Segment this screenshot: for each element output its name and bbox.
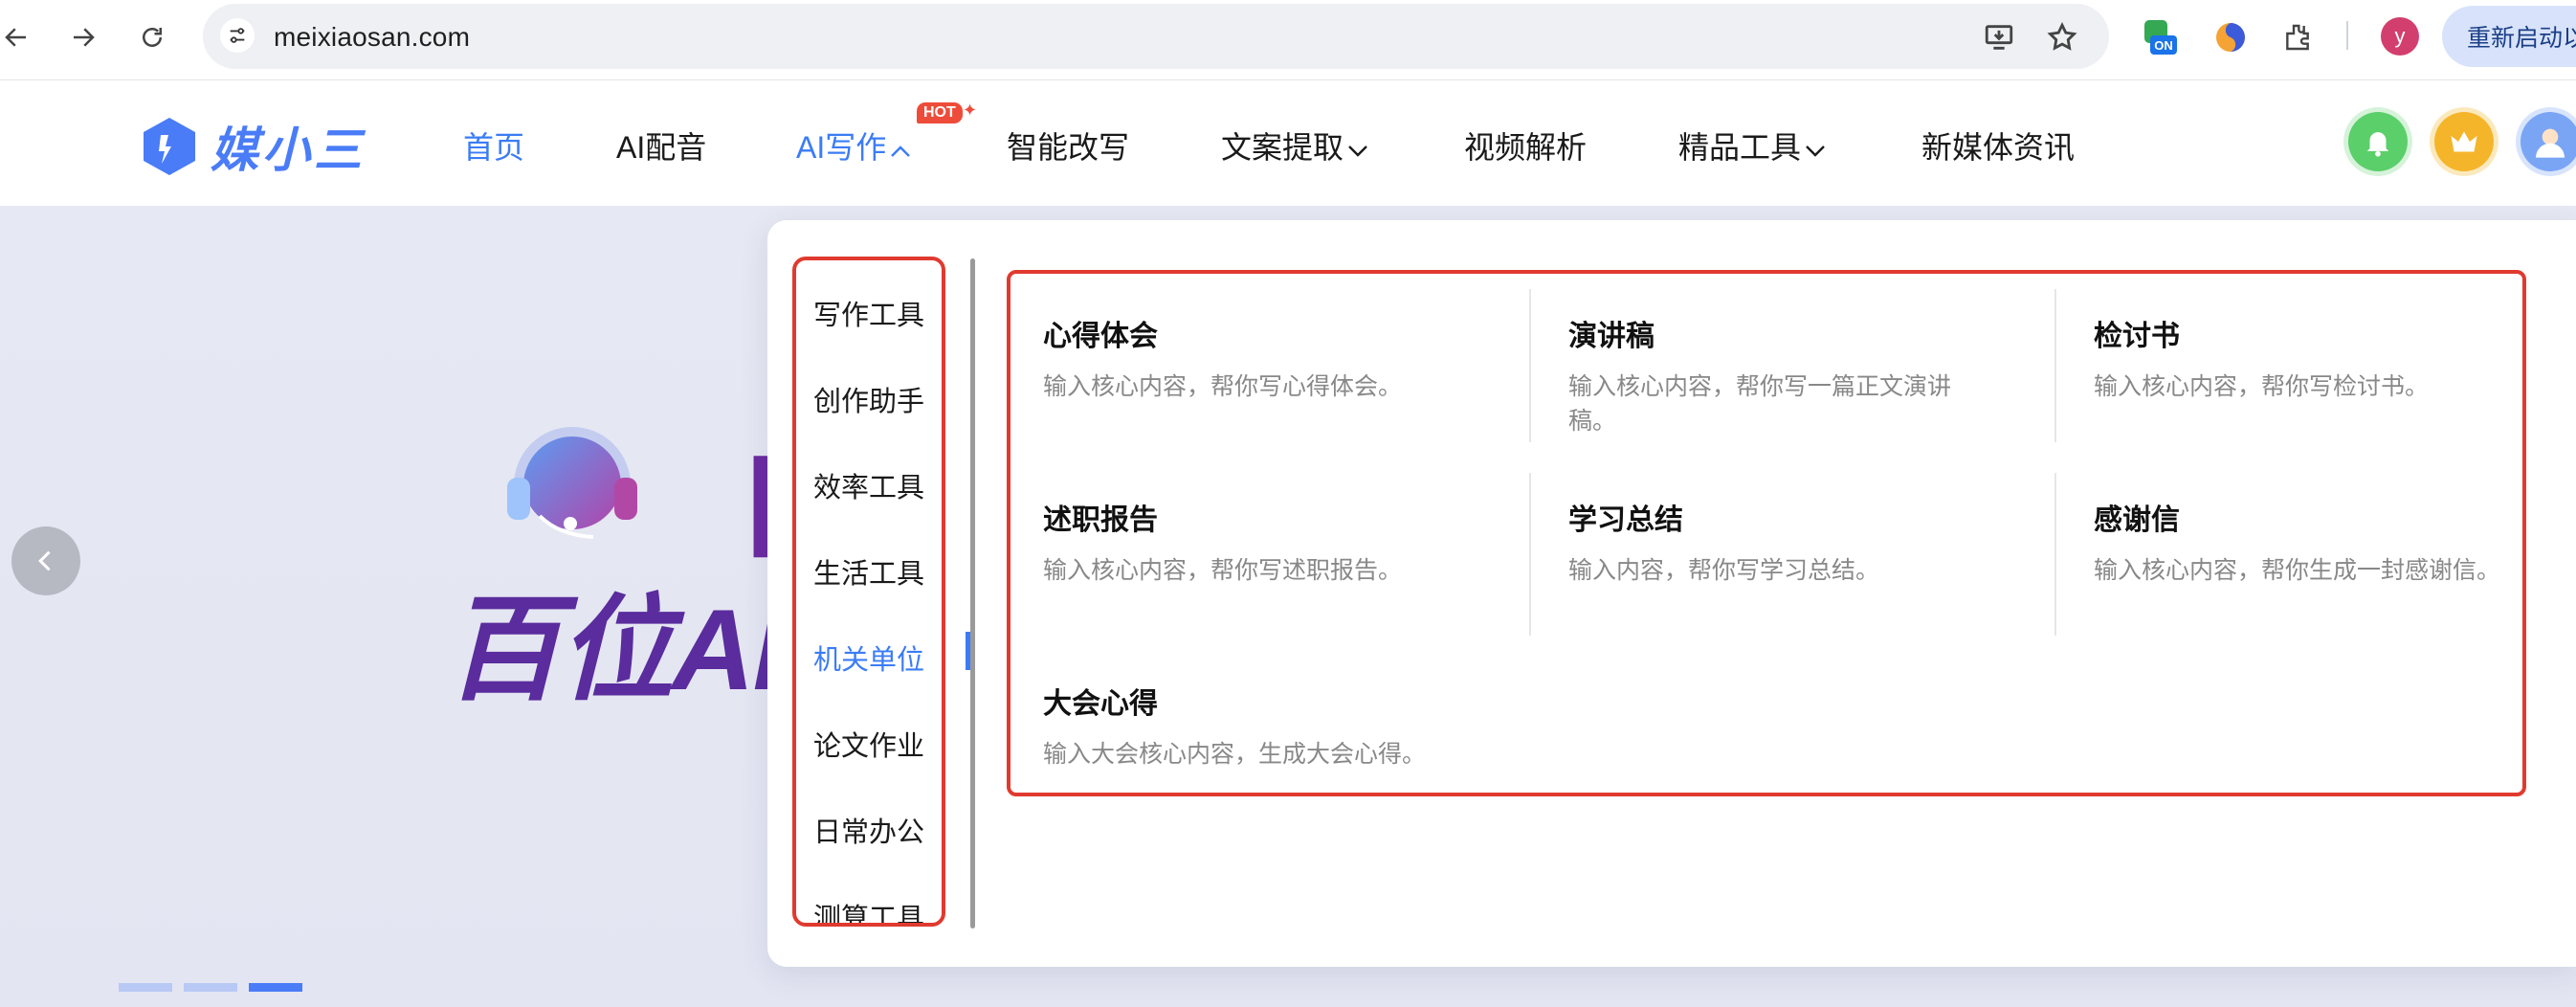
ai-writing-dropdown: 写作工具 创作助手 效率工具 生活工具 机关单位 论文作业 日常办公 测算工具 … — [767, 220, 2576, 967]
tool-card-desc: 输入核心内容，帮你写一篇正文演讲稿。 — [1568, 373, 1952, 435]
nav-video-parse-label: 视频解析 — [1464, 130, 1588, 165]
carousel-prev-button[interactable] — [11, 526, 80, 595]
nav-home[interactable]: 首页 — [463, 123, 524, 168]
site-header: 媒小三 首页 AI配音 AI写作 HOT ✦ 智能改写 文案提取 视频解析 精品… — [0, 81, 2576, 206]
bookmark-star-icon[interactable] — [2046, 21, 2078, 54]
nav-copy-extract-label: 文案提取 — [1221, 130, 1344, 165]
tool-grid: 心得体会 输入核心内容，帮你写心得体会。 演讲稿 输入核心内容，帮你写一篇正文演… — [1007, 270, 2526, 796]
carousel-dot[interactable] — [184, 983, 237, 992]
carousel-dot-active[interactable] — [249, 983, 302, 992]
nav-smart-rewrite[interactable]: 智能改写 — [1007, 123, 1129, 168]
toolbar-divider — [2346, 21, 2348, 50]
tool-card[interactable]: 检讨书 输入核心内容，帮你写检讨书。 — [2094, 312, 2524, 404]
tool-card-desc: 输入核心内容，帮你生成一封感谢信。 — [2094, 557, 2501, 584]
tool-card[interactable]: 大会心得 输入大会核心内容，生成大会心得。 — [1043, 680, 1567, 772]
site-info-button[interactable] — [220, 18, 255, 53]
chevron-up-icon — [891, 145, 911, 157]
tool-card-title: 学习总结 — [1568, 504, 1683, 536]
tune-icon — [230, 28, 245, 43]
carousel-dot[interactable] — [119, 983, 172, 992]
logo-icon — [144, 118, 195, 175]
extension-on-icon: ON — [2144, 20, 2177, 55]
notification-button[interactable] — [2348, 112, 2408, 171]
nav-ai-dubbing-label: AI配音 — [616, 130, 707, 165]
category-government[interactable]: 机关单位 — [796, 638, 942, 678]
extension-swirl-button[interactable] — [2210, 17, 2251, 57]
tool-card-title: 心得体会 — [1043, 321, 1158, 352]
category-creation-assistant[interactable]: 创作助手 — [796, 379, 942, 419]
url-text[interactable]: meixiaosan.com — [274, 22, 470, 53]
swirl-icon — [2216, 23, 2245, 52]
chevron-left-icon — [38, 550, 51, 571]
nav-media-news-label: 新媒体资讯 — [1921, 130, 2076, 165]
category-list: 写作工具 创作助手 效率工具 生活工具 机关单位 论文作业 日常办公 测算工具 — [792, 257, 945, 927]
relaunch-button[interactable]: 重新启动以 — [2442, 6, 2576, 67]
category-life-tools[interactable]: 生活工具 — [796, 551, 942, 592]
column-divider — [2054, 473, 2056, 636]
arrow-left-icon — [5, 28, 26, 47]
nav-copy-extract[interactable]: 文案提取 — [1221, 123, 1368, 168]
back-button[interactable] — [0, 17, 36, 57]
bell-icon — [2366, 132, 2389, 157]
nav-smart-rewrite-label: 智能改写 — [1007, 130, 1130, 165]
headset-icon — [507, 427, 637, 539]
user-avatar[interactable] — [2520, 112, 2576, 171]
nav-ai-writing[interactable]: AI写作 — [796, 123, 911, 168]
reload-button[interactable] — [132, 17, 172, 57]
tool-card[interactable]: 演讲稿 输入核心内容，帮你写一篇正文演讲稿。 — [1568, 312, 1989, 438]
install-app-icon[interactable] — [1983, 21, 2015, 54]
column-divider — [2054, 289, 2056, 442]
category-papers[interactable]: 论文作业 — [796, 724, 942, 764]
tool-card-desc: 输入核心内容，帮你写心得体会。 — [1043, 373, 1403, 400]
tool-card-desc: 输入核心内容，帮你写述职报告。 — [1043, 557, 1403, 584]
nav-premium-tools[interactable]: 精品工具 — [1678, 123, 1826, 168]
category-efficiency-tools[interactable]: 效率工具 — [796, 465, 942, 505]
arrow-right-icon — [74, 28, 95, 47]
site-logo[interactable]: 媒小三 — [140, 112, 366, 181]
tool-card-desc: 输入核心内容，帮你写检讨书。 — [2094, 373, 2430, 400]
column-divider — [1529, 289, 1531, 442]
nav-ai-dubbing[interactable]: AI配音 — [616, 123, 706, 168]
category-scrollbar[interactable] — [970, 258, 975, 929]
sparkle-icon: ✦ — [963, 101, 978, 120]
nav-media-news[interactable]: 新媒体资讯 — [1921, 123, 2075, 168]
tool-card[interactable]: 学习总结 输入内容，帮你写学习总结。 — [1568, 496, 2009, 588]
tool-card[interactable]: 心得体会 输入核心内容，帮你写心得体会。 — [1043, 312, 1567, 404]
avatar-icon — [2536, 128, 2565, 158]
active-category-indicator — [966, 632, 970, 670]
address-bar[interactable]: meixiaosan.com — [203, 4, 2109, 69]
tool-card-desc: 输入大会核心内容，生成大会心得。 — [1043, 741, 1427, 768]
tool-card[interactable]: 感谢信 输入核心内容，帮你生成一封感谢信。 — [2094, 496, 2524, 588]
carousel-indicators — [119, 983, 302, 992]
puzzle-icon — [2286, 24, 2309, 51]
category-calculation-tools[interactable]: 测算工具 — [796, 896, 942, 923]
reload-icon — [143, 28, 162, 47]
tool-card-title: 述职报告 — [1043, 504, 1158, 536]
tool-card-desc: 输入内容，帮你写学习总结。 — [1568, 557, 1880, 584]
logo-text: 媒小三 — [211, 123, 366, 177]
forward-button[interactable] — [63, 17, 103, 57]
vip-button[interactable] — [2434, 112, 2494, 171]
nav-premium-tools-label: 精品工具 — [1678, 130, 1802, 165]
extension-on-button[interactable]: ON — [2140, 17, 2180, 57]
category-daily-office[interactable]: 日常办公 — [796, 810, 942, 850]
tool-card[interactable]: 述职报告 输入核心内容，帮你写述职报告。 — [1043, 496, 1567, 588]
tool-card-title: 检讨书 — [2094, 321, 2180, 352]
nav-home-label: 首页 — [463, 130, 525, 165]
hot-badge: HOT — [917, 102, 963, 123]
column-divider — [1529, 473, 1531, 636]
chevron-down-icon — [1348, 145, 1367, 157]
tool-card-title: 感谢信 — [2094, 504, 2180, 536]
tool-card-title: 演讲稿 — [1568, 321, 1654, 352]
crown-icon — [2451, 131, 2477, 152]
tool-card-title: 大会心得 — [1043, 688, 1158, 720]
profile-avatar[interactable]: y — [2381, 17, 2419, 56]
browser-toolbar: meixiaosan.com ON y 重新启动以 — [0, 0, 2576, 80]
nav-ai-writing-label: AI写作 — [796, 130, 887, 165]
category-writing-tools[interactable]: 写作工具 — [796, 293, 942, 333]
extensions-menu-button[interactable] — [2277, 17, 2318, 57]
extension-badge-text: ON — [2154, 38, 2173, 53]
nav-video-parse[interactable]: 视频解析 — [1464, 123, 1587, 168]
chevron-down-icon — [1806, 145, 1825, 157]
